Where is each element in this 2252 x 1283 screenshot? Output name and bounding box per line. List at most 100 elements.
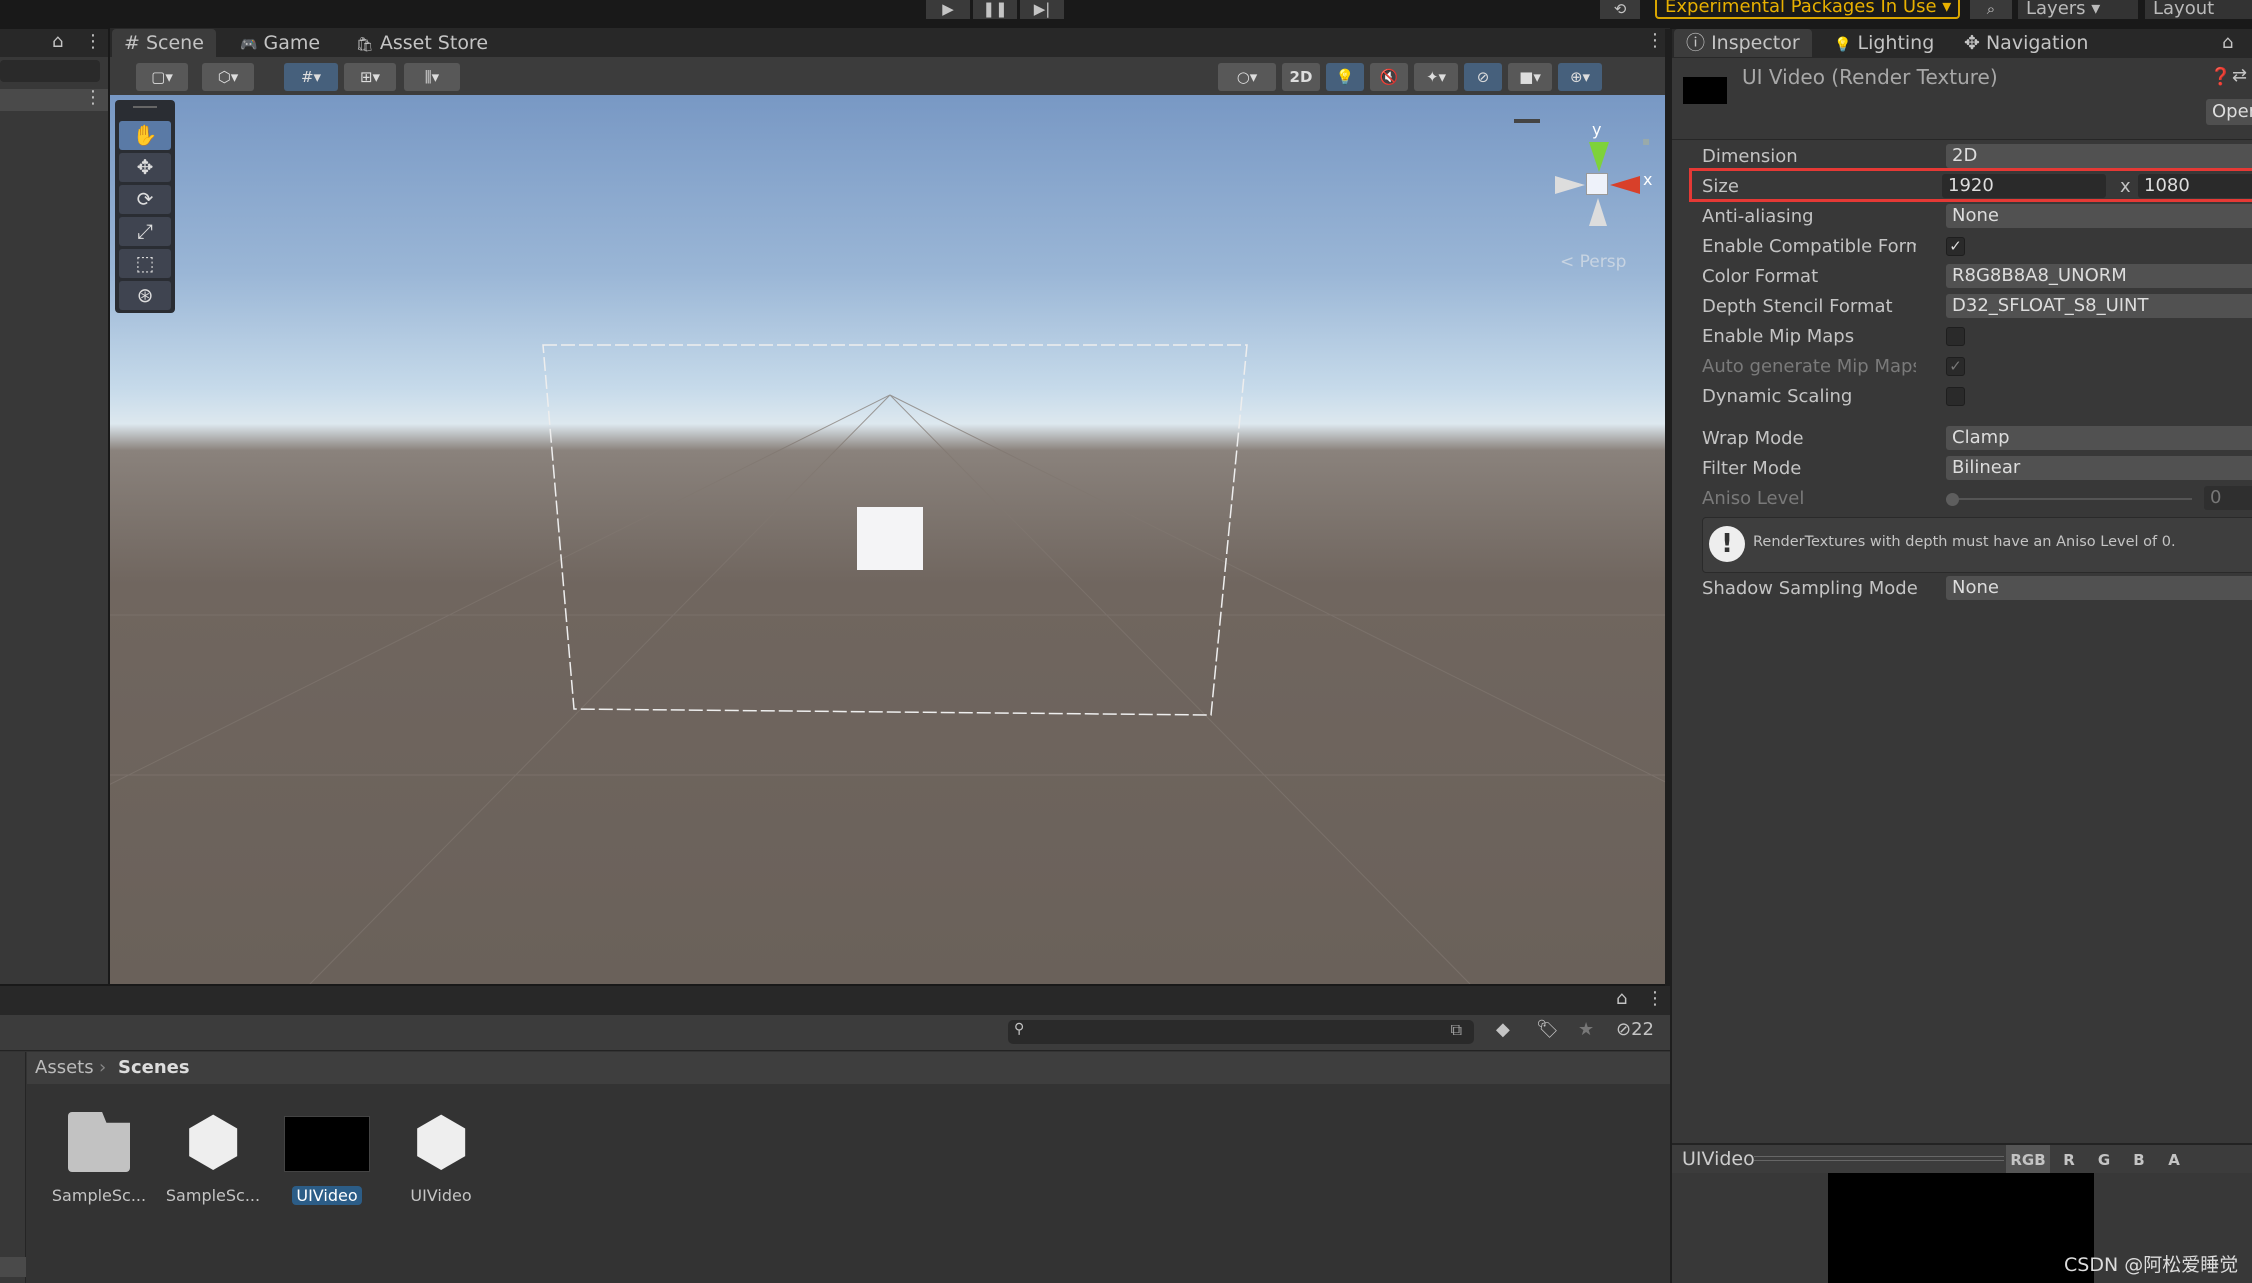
tab-navigation[interactable]: ✥ Navigation (1952, 29, 2100, 57)
project-toolbar: ⚲ ⧉ ◆ 🏷 ★ ⊘22 (0, 1015, 1670, 1051)
shadow-sampling-mode-dropdown[interactable]: None (1946, 576, 2252, 600)
hierarchy-header: ⌂ ⋮ (0, 29, 108, 57)
tab-inspector[interactable]: ⓘ Inspector (1674, 29, 1812, 57)
layout-dropdown[interactable]: Layout (2145, 0, 2252, 19)
breadcrumb-assets[interactable]: Assets (35, 1057, 94, 1078)
gizmo-menu-icon[interactable] (1514, 119, 1540, 123)
gizmo-x-label: x (1643, 170, 1653, 189)
field-label: Anti-aliasing (1702, 206, 1814, 227)
more-icon[interactable]: ⋮ (84, 31, 102, 52)
channel-b-button[interactable]: B (2123, 1145, 2155, 1175)
size-x-label: x (2120, 176, 2131, 197)
hierarchy-search-input[interactable] (0, 60, 100, 82)
draw-mode-icon[interactable]: ▢▾ (136, 63, 188, 91)
field-label: Aniso Level (1702, 488, 1805, 509)
gizmos-icon[interactable]: ⊕▾ (1558, 63, 1602, 91)
asset-name: UIVideo (410, 1186, 472, 1205)
perspective-toggle[interactable]: < Persp (1560, 252, 1626, 272)
orientation-gizmo[interactable]: y x ▪ < Persp (1510, 110, 1670, 272)
field-label: Enable Mip Maps (1702, 326, 1855, 347)
scene-view[interactable]: y x ▪ < Persp (110, 95, 1670, 984)
enable-mip-maps-checkbox[interactable] (1946, 327, 1965, 346)
transform-tool-icon[interactable]: ⊛ (119, 281, 171, 310)
preview-drag-handle[interactable] (1754, 1156, 2004, 1161)
navigation-icon: ✥ (1964, 32, 1980, 54)
experimental-packages-button[interactable]: Experimental Packages In Use ▾ (1655, 0, 1960, 19)
chevron-right-icon: › (99, 1057, 107, 1078)
palette-drag-handle[interactable] (133, 106, 157, 108)
favorites-star-icon[interactable]: ★ (1578, 1019, 1594, 1040)
move-tool-icon[interactable]: ✥ (119, 153, 171, 182)
effects-icon[interactable]: ✦▾ (1414, 63, 1458, 91)
rect-tool-icon[interactable]: ⬚ (119, 249, 171, 278)
color-format-dropdown[interactable]: R8G8B8A8_UNORM (1946, 264, 2252, 288)
search-scope-icon[interactable]: ⧉ (1451, 1020, 1462, 1040)
scale-tool-icon[interactable]: ⤢ (119, 217, 171, 246)
help-icon[interactable]: ❓ (2210, 67, 2231, 87)
asset-item[interactable]: SampleSc... (44, 1100, 154, 1205)
dynamic-scaling-checkbox[interactable] (1946, 387, 1965, 406)
help-box: ! RenderTextures with depth must have an… (1702, 517, 2252, 573)
enable-compatible-format-checkbox[interactable]: ✓ (1946, 237, 1965, 256)
gizmo-center-cube[interactable] (1586, 173, 1608, 195)
wrap-mode-dropdown[interactable]: Clamp (1946, 426, 2252, 450)
lighting-toggle-icon[interactable]: 💡 (1326, 63, 1364, 91)
more-icon[interactable]: ⋮ (1646, 30, 1664, 51)
2d-toggle-button[interactable]: 2D (1282, 63, 1320, 91)
project-search-input[interactable]: ⚲ ⧉ (1008, 1020, 1474, 1044)
shading-mode-icon[interactable]: ○▾ (1218, 63, 1276, 91)
breadcrumb-scenes[interactable]: Scenes (118, 1057, 190, 1078)
lock-icon[interactable]: ⌂ (1616, 988, 1627, 1009)
history-icon[interactable]: ⟲ (1600, 0, 1640, 19)
pause-button[interactable]: ❚❚ (973, 0, 1017, 19)
gizmo-x-axis[interactable] (1610, 176, 1640, 194)
depth-stencil-format-dropdown[interactable]: D32_SFLOAT_S8_UINT (1946, 294, 2252, 318)
increment-snap-icon[interactable]: ⫼▾ (404, 63, 460, 91)
layers-dropdown[interactable]: Layers ▾ (2018, 0, 2138, 19)
folder-tree-selected-row[interactable] (0, 1257, 26, 1277)
asset-item[interactable]: ⬢ SampleSc... (158, 1100, 268, 1205)
hidden-packages-toggle[interactable]: ⊘22 (1616, 1019, 1654, 1040)
filter-mode-dropdown[interactable]: Bilinear (1946, 456, 2252, 480)
channel-r-button[interactable]: R (2053, 1145, 2085, 1175)
settings-icon[interactable]: ⇄ (2232, 65, 2247, 86)
hand-tool-icon[interactable]: ✋ (119, 121, 171, 150)
gizmo-neg-x-axis[interactable] (1555, 176, 1585, 194)
channel-g-button[interactable]: G (2088, 1145, 2120, 1175)
size-height-input[interactable]: 1080 (2138, 174, 2252, 198)
grid-snap-icon[interactable]: #▾ (284, 63, 338, 91)
size-width-input[interactable]: 1920 (1942, 174, 2106, 198)
audio-mute-icon[interactable]: 🔇 (1370, 63, 1408, 91)
tab-scene[interactable]: # Scene (112, 29, 216, 57)
eye-slash-icon: ⊘ (1616, 1019, 1632, 1040)
search-icon[interactable]: ⌕ (1970, 0, 2012, 19)
channel-a-button[interactable]: A (2158, 1145, 2190, 1175)
tab-game[interactable]: 🎮 Game (228, 29, 332, 57)
more-icon[interactable]: ⋮ (1646, 988, 1664, 1009)
tab-asset-store[interactable]: 🛍 Asset Store (344, 29, 500, 57)
gizmo-y-axis[interactable] (1589, 142, 1609, 172)
hierarchy-scene-row[interactable]: ⋮ (0, 87, 108, 111)
open-button[interactable]: Open (2206, 99, 2252, 125)
lock-icon[interactable]: ⌂ (52, 31, 63, 52)
scene-camera-icon[interactable]: ⬡▾ (202, 63, 254, 91)
tab-lighting[interactable]: 💡 Lighting (1822, 29, 1946, 57)
tab-label: Asset Store (379, 32, 489, 54)
filter-by-type-icon[interactable]: ◆ (1496, 1019, 1510, 1040)
lock-icon[interactable]: ⌂ (2222, 32, 2233, 53)
step-button[interactable]: ▶| (1020, 0, 1064, 19)
gizmo-lock-icon[interactable]: ▪ (1642, 134, 1650, 148)
white-cube[interactable] (857, 507, 923, 570)
channel-rgb-button[interactable]: RGB (2006, 1145, 2050, 1175)
rotate-tool-icon[interactable]: ⟳ (119, 185, 171, 214)
snap-magnet-icon[interactable]: ⊞▾ (344, 63, 396, 91)
anti-aliasing-dropdown[interactable]: None (1946, 204, 2252, 228)
filter-by-label-icon[interactable]: 🏷 (1536, 1019, 1559, 1040)
asset-item[interactable]: UIVideo (272, 1100, 382, 1205)
asset-item[interactable]: ⬢ UIVideo (386, 1100, 496, 1205)
camera-settings-icon[interactable]: ■▾ (1508, 63, 1552, 91)
scene-visibility-icon[interactable]: ⊘ (1464, 63, 1502, 91)
gizmo-neg-y-axis[interactable] (1589, 198, 1607, 226)
dimension-dropdown[interactable]: 2D (1946, 144, 2252, 168)
play-button[interactable]: ▶ (926, 0, 970, 19)
